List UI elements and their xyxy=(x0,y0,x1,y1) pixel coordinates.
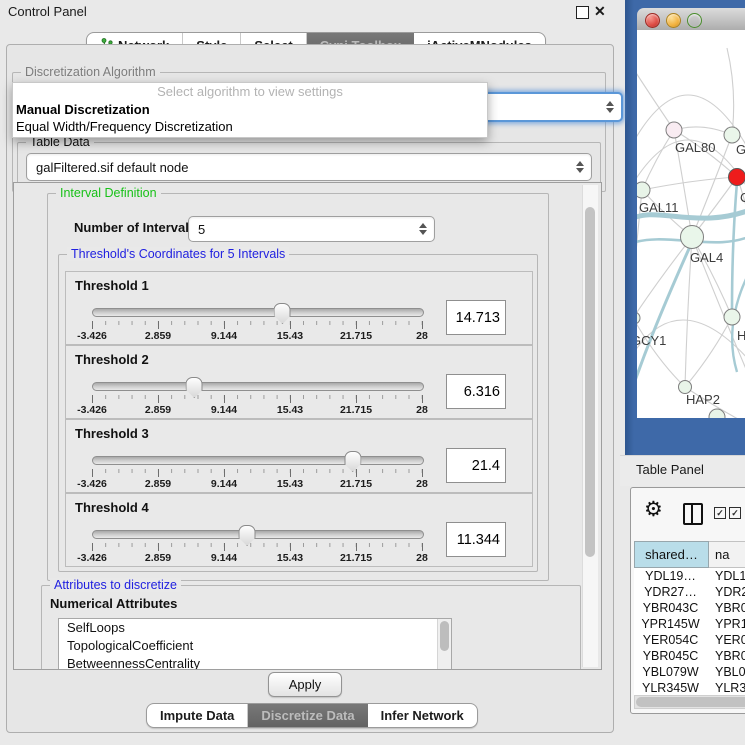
threshold-1-panel: Threshold 1 -3.426 2.859 9.144 15.43 21.… xyxy=(65,271,533,345)
slider-track[interactable] xyxy=(92,530,424,539)
slider-track[interactable] xyxy=(92,308,424,317)
gear-icon[interactable]: ⚙ xyxy=(644,497,663,522)
threshold-3-slider[interactable]: -3.426 2.859 9.144 15.43 21.715 28 xyxy=(92,456,422,490)
threshold-2-panel: Threshold 2 -3.426 2.859 9.144 15.43 21.… xyxy=(65,345,533,419)
svg-text:H: H xyxy=(737,328,745,343)
threshold-3-panel: Threshold 3 -3.426 2.859 9.144 15.43 21.… xyxy=(65,419,533,493)
algorithm-dropdown-popup: Select algorithm to view settings Manual… xyxy=(12,82,488,138)
settings-scroll-panel: Interval Definition Number of Intervals … xyxy=(13,182,602,670)
threshold-4-value-field[interactable] xyxy=(446,522,506,557)
svg-text:C: C xyxy=(740,190,745,205)
table-rows: YDL19…YDL1 YDR27…YDR2 YBR043CYBR0 YPR145… xyxy=(634,568,745,695)
checkbox-icon[interactable]: ✓ xyxy=(714,507,726,519)
node-h[interactable] xyxy=(724,309,740,325)
threshold-1-value-field[interactable] xyxy=(446,300,506,335)
tab-impute-data[interactable]: Impute Data xyxy=(147,704,248,727)
table-horizontal-scrollbar[interactable] xyxy=(634,695,745,709)
table-row[interactable]: YER054CYER0 xyxy=(634,632,745,648)
threshold-4-slider[interactable]: -3.426 2.859 9.144 15.43 21.715 28 xyxy=(92,530,422,564)
numerical-attributes-list: SelfLoops TopologicalCoefficient Between… xyxy=(58,618,452,670)
node-gal80[interactable] xyxy=(666,122,682,138)
combo-arrows-icon xyxy=(576,161,584,173)
close-traffic-light[interactable] xyxy=(645,13,660,28)
table-row[interactable]: YBL079WYBL0 xyxy=(634,664,745,680)
threshold-4-panel: Threshold 4 -3.426 2.859 9.144 15.43 21.… xyxy=(65,493,533,567)
number-of-intervals-label: Number of Intervals xyxy=(74,220,196,235)
list-item[interactable]: TopologicalCoefficient xyxy=(59,637,451,655)
float-window-icon[interactable] xyxy=(576,6,589,19)
list-item[interactable]: SelfLoops xyxy=(59,619,451,637)
network-window-titlebar[interactable] xyxy=(637,8,745,31)
node-gal4[interactable] xyxy=(681,226,704,249)
table-row[interactable]: YBR045CYBR0 xyxy=(634,648,745,664)
slider-track[interactable] xyxy=(92,382,424,391)
threshold-3-value-field[interactable] xyxy=(446,448,506,483)
table-row[interactable]: YPR145WYPR1 xyxy=(634,616,745,632)
svg-text:HAP2: HAP2 xyxy=(686,392,720,407)
combo-arrows-icon xyxy=(419,223,427,235)
svg-text:GAL80: GAL80 xyxy=(675,140,715,155)
thresholds-group: Threshold's Coordinates for 5 Intervals … xyxy=(58,254,538,572)
svg-text:GCY1: GCY1 xyxy=(637,333,666,348)
table-row[interactable]: YLR345WYLR3 xyxy=(634,680,745,695)
interval-definition-group: Interval Definition Number of Intervals … xyxy=(47,193,549,581)
attributes-group: Attributes to discretize Numerical Attri… xyxy=(41,585,581,670)
tab-discretize-data[interactable]: Discretize Data xyxy=(248,704,367,727)
node-gal11[interactable] xyxy=(637,182,650,198)
threshold-2-value-field[interactable] xyxy=(446,374,506,409)
tab-infer-network[interactable]: Infer Network xyxy=(368,704,477,727)
table-window: ⚙ ✓ ✓ shared… na YDL19…YDL1 YDR27…YDR2 Y… xyxy=(630,487,745,714)
columns-icon[interactable] xyxy=(683,503,703,525)
svg-text:GAL11: GAL11 xyxy=(639,200,679,215)
table-data-combobox[interactable]: galFiltered.sif default node xyxy=(26,153,592,181)
table-header: shared… na xyxy=(634,541,745,568)
threshold-1-slider[interactable]: -3.426 2.859 9.144 15.43 21.715 28 xyxy=(92,308,422,342)
node-gcy1[interactable] xyxy=(637,312,640,324)
apply-button[interactable]: Apply xyxy=(268,672,342,697)
control-panel-title: Control Panel xyxy=(8,4,87,19)
dropdown-option-equal-width[interactable]: Equal Width/Frequency Discretization xyxy=(13,118,487,135)
network-view[interactable]: GAL80 G GAL11 C GAL4 GCY1 H HAP2 xyxy=(637,30,745,418)
minimize-traffic-light[interactable] xyxy=(666,13,681,28)
svg-text:GAL4: GAL4 xyxy=(690,250,723,265)
table-row[interactable]: YDL19…YDL1 xyxy=(634,568,745,584)
node-g[interactable] xyxy=(724,127,740,143)
dropdown-prompt: Select algorithm to view settings xyxy=(13,83,487,101)
scrollbar-thumb[interactable] xyxy=(636,697,745,707)
threshold-2-slider[interactable]: -3.426 2.859 9.144 15.43 21.715 28 xyxy=(92,382,422,416)
table-row[interactable]: YDR27…YDR2 xyxy=(634,584,745,600)
node-selected-red[interactable] xyxy=(729,169,745,186)
table-panel-title: Table Panel xyxy=(636,462,704,477)
list-scrollbar[interactable] xyxy=(437,619,451,670)
svg-text:G: G xyxy=(736,142,745,157)
table-row[interactable]: YBR043CYBR0 xyxy=(634,600,745,616)
combo-arrows-icon xyxy=(606,101,614,113)
scrollbar-thumb[interactable] xyxy=(585,207,595,557)
screen: Control Panel ✕ Network Style Select Cyn… xyxy=(0,0,745,745)
close-icon[interactable]: ✕ xyxy=(594,3,606,20)
numerical-attributes-label: Numerical Attributes xyxy=(50,596,177,611)
table-toolbar: ⚙ ✓ ✓ xyxy=(631,488,745,538)
checkbox-icon[interactable]: ✓ xyxy=(729,507,741,519)
slider-track[interactable] xyxy=(92,456,424,465)
number-of-intervals-combobox[interactable]: 5 xyxy=(188,216,435,242)
column-header-name[interactable]: na xyxy=(709,541,745,568)
settings-scrollbar[interactable] xyxy=(582,185,598,667)
zoom-traffic-light[interactable] xyxy=(687,13,702,28)
column-header-shared-name[interactable]: shared… xyxy=(634,541,709,568)
bottom-tabbar: Impute Data Discretize Data Infer Networ… xyxy=(146,703,478,728)
list-item[interactable]: BetweennessCentrality xyxy=(59,655,451,670)
dropdown-option-manual[interactable]: Manual Discretization xyxy=(13,101,487,118)
